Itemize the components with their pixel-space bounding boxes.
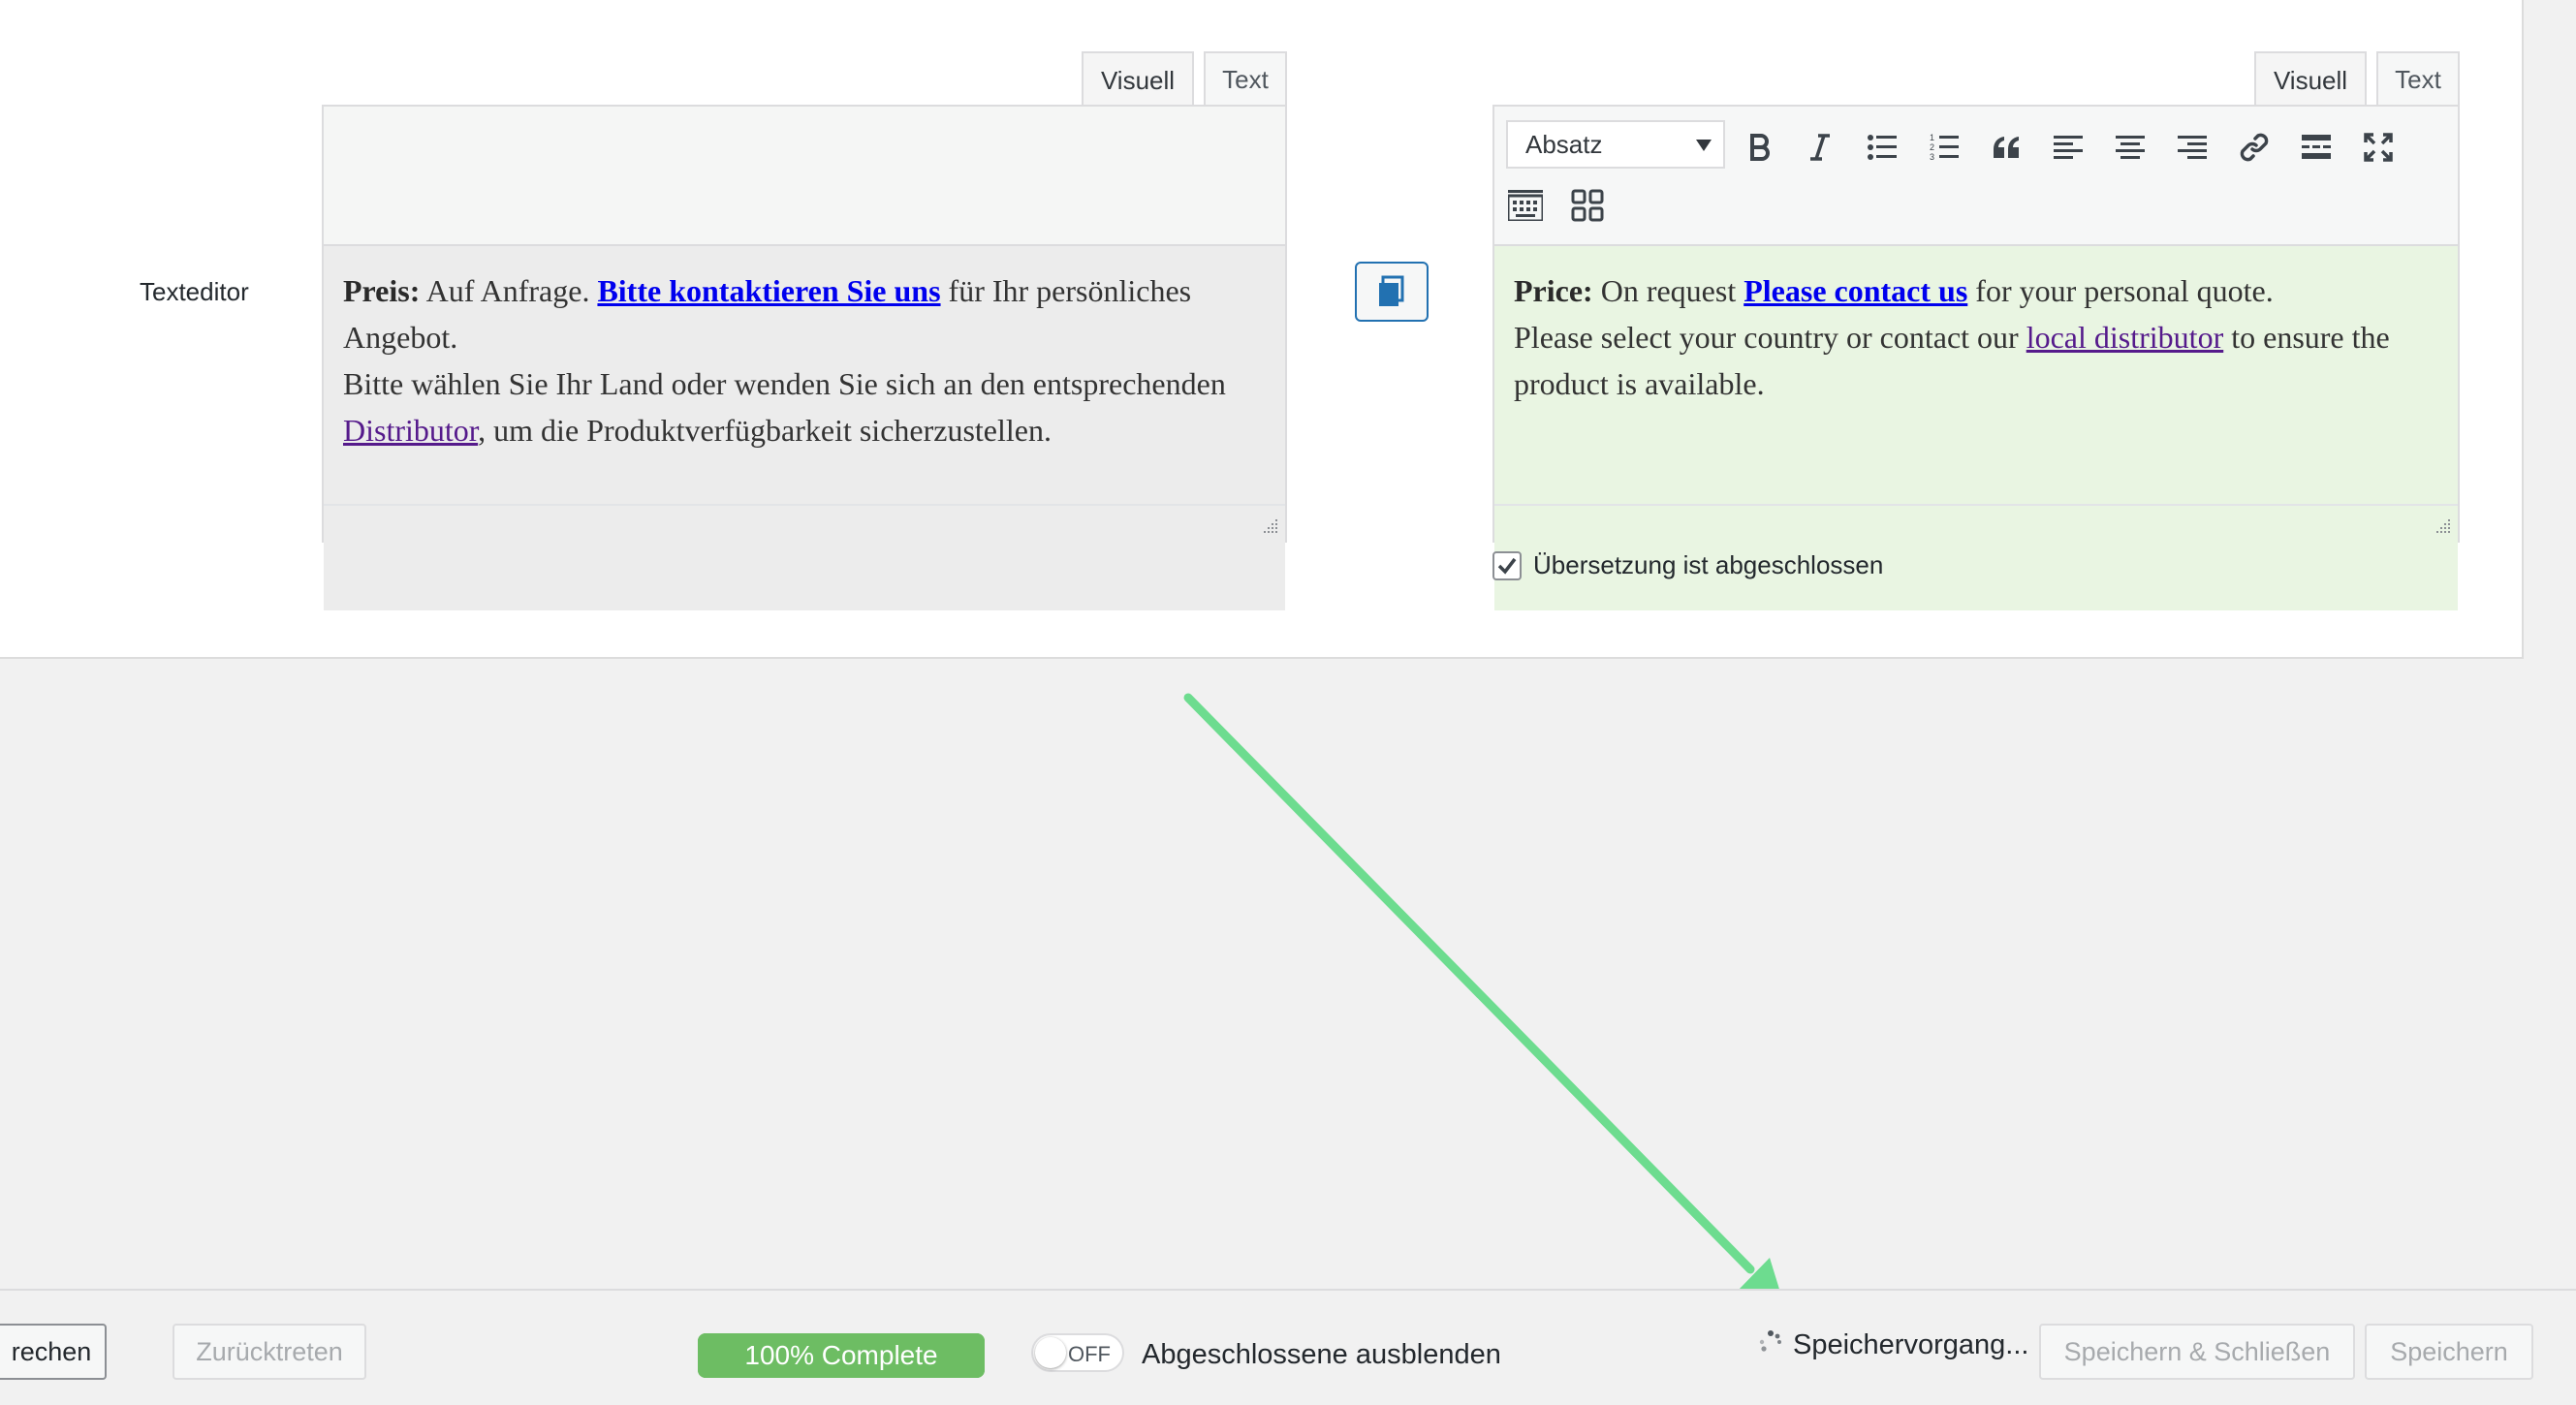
back-button[interactable]: Zurücktreten [173, 1324, 366, 1380]
hide-completed-toggle[interactable]: OFF [1031, 1333, 1124, 1372]
progress-label: 100% Complete [744, 1340, 938, 1370]
cancel-button[interactable]: rechen [0, 1324, 107, 1380]
toggle-state-label: OFF [1068, 1342, 1111, 1366]
save-and-close-button[interactable]: Speichern & Schließen [2039, 1324, 2355, 1380]
footer-bar: rechen Zurücktreten 100% Complete OFF Ab… [0, 1289, 2576, 1405]
saving-status: Speichervorgang... [1793, 1329, 2029, 1360]
cancel-button-label: rechen [11, 1336, 92, 1366]
save-button[interactable]: Speichern [2365, 1324, 2533, 1380]
annotation-arrow-line [1183, 693, 1755, 1274]
toggle-knob [1035, 1337, 1066, 1368]
progress-bar: 100% Complete [698, 1333, 985, 1378]
annotation-arrow [1183, 693, 1785, 1308]
spinner-icon [1759, 1330, 1781, 1352]
hide-completed-label: Abgeschlossene ausblenden [1142, 1339, 1501, 1370]
